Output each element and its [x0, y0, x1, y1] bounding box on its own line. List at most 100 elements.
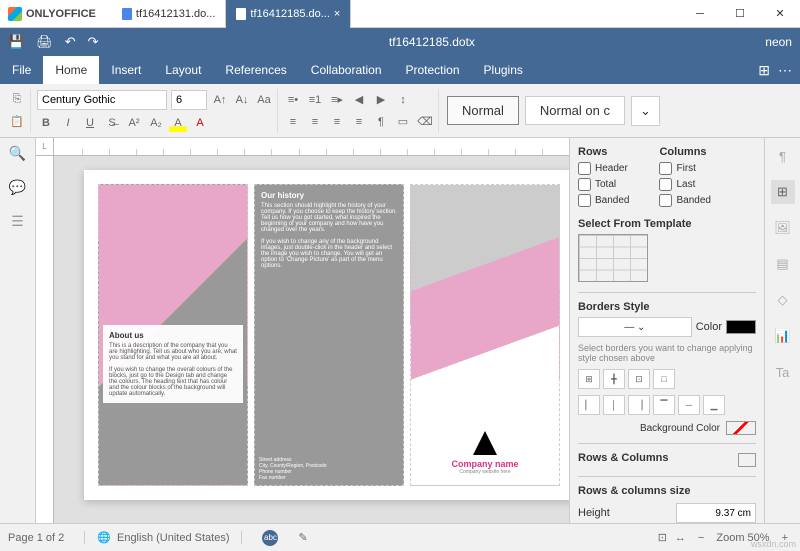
superscript-icon[interactable]: A²	[125, 114, 143, 132]
chart-settings-icon[interactable]: 📊	[771, 324, 795, 348]
open-location-icon[interactable]: ⊞	[758, 62, 770, 79]
styles-dropdown-icon[interactable]: ⌄	[631, 96, 660, 126]
underline-icon[interactable]: U	[81, 114, 99, 132]
minimize-button[interactable]: ─	[680, 0, 720, 28]
decrease-font-icon[interactable]: A↓	[233, 91, 251, 109]
doc-tab-0[interactable]: tf16412131.do...	[112, 0, 227, 28]
line-spacing-icon[interactable]: ↕	[394, 91, 412, 109]
highlight-icon[interactable]: A	[169, 114, 187, 132]
border-left-icon[interactable]: ▏	[578, 395, 600, 415]
border-horiz-icon[interactable]: ─	[678, 395, 700, 415]
bullets-icon[interactable]: ≡•	[284, 91, 302, 109]
style-normal[interactable]: Normal	[447, 96, 519, 125]
chk-banded-cols[interactable]: Banded	[659, 194, 710, 207]
border-all-icon[interactable]: ⊡	[628, 369, 650, 389]
chk-banded-rows[interactable]: Banded	[578, 194, 629, 207]
ruler-vertical[interactable]	[36, 156, 54, 523]
decrease-indent-icon[interactable]: ◀	[350, 91, 368, 109]
copy-icon[interactable]: ⎘	[8, 91, 26, 109]
language-selector[interactable]: 🌐 English (United States)	[84, 531, 242, 544]
menu-protection[interactable]: Protection	[394, 56, 472, 84]
align-left-icon[interactable]: ≡	[284, 113, 302, 131]
nonprinting-icon[interactable]: ¶	[372, 113, 390, 131]
align-right-icon[interactable]: ≡	[328, 113, 346, 131]
justify-icon[interactable]: ≡	[350, 113, 368, 131]
header-footer-icon[interactable]: ▤	[771, 252, 795, 276]
ruler-horizontal[interactable]	[54, 138, 569, 156]
multilevel-icon[interactable]: ≡▸	[328, 91, 346, 109]
border-bottom-icon[interactable]: ▁	[703, 395, 725, 415]
tab-close-icon[interactable]: ×	[334, 8, 340, 20]
menu-home[interactable]: Home	[43, 56, 99, 84]
doc-tab-1[interactable]: tf16412185.do... ×	[226, 0, 351, 28]
shading-icon[interactable]: ▭	[394, 113, 412, 131]
shape-settings-icon[interactable]: ◇	[771, 288, 795, 312]
border-width-select[interactable]: — ⌄	[578, 317, 692, 337]
border-inner-icon[interactable]: ╋	[603, 369, 625, 389]
comments-icon[interactable]: 💬	[9, 178, 27, 196]
history-box[interactable]: Our history This section should highligh…	[255, 185, 403, 275]
redo-icon[interactable]: ↷	[88, 34, 99, 50]
increase-indent-icon[interactable]: ▶	[372, 91, 390, 109]
template-preview[interactable]	[578, 234, 648, 282]
border-top-icon[interactable]: ▔	[653, 395, 675, 415]
chk-header[interactable]: Header	[578, 162, 629, 175]
maximize-button[interactable]: ☐	[720, 0, 760, 28]
image-settings-icon[interactable]: 🖼	[771, 216, 795, 240]
font-color-icon[interactable]: A	[191, 114, 209, 132]
menu-plugins[interactable]: Plugins	[472, 56, 535, 84]
rows-cols-icon[interactable]	[738, 453, 756, 467]
change-case-icon[interactable]: Aa	[255, 91, 273, 109]
chk-first[interactable]: First	[659, 162, 710, 175]
headings-icon[interactable]: ☰	[9, 212, 27, 230]
panel-company[interactable]: Company name Company website here	[410, 184, 560, 486]
menu-file[interactable]: File	[0, 56, 43, 84]
fit-page-icon[interactable]: ⊡	[658, 531, 667, 544]
subscript-icon[interactable]: A₂	[147, 114, 165, 132]
fit-width-icon[interactable]: ↔	[675, 532, 686, 544]
search-icon[interactable]: 🔍	[9, 144, 27, 162]
height-input[interactable]	[676, 503, 756, 523]
menu-layout[interactable]: Layout	[153, 56, 213, 84]
menu-insert[interactable]: Insert	[99, 56, 153, 84]
chk-total[interactable]: Total	[578, 178, 629, 191]
save-icon[interactable]: 💾	[8, 34, 24, 50]
paste-icon[interactable]: 📋	[8, 113, 26, 131]
border-outer-icon[interactable]: ⊞	[578, 369, 600, 389]
border-color-swatch[interactable]	[726, 320, 756, 334]
panel-history[interactable]: Our history This section should highligh…	[254, 184, 404, 486]
increase-font-icon[interactable]: A↑	[211, 91, 229, 109]
font-select[interactable]	[37, 90, 167, 110]
menu-more-icon[interactable]: ⋯	[778, 62, 792, 79]
zoom-out-icon[interactable]: −	[694, 532, 708, 544]
border-none-icon[interactable]: □	[653, 369, 675, 389]
bold-icon[interactable]: B	[37, 114, 55, 132]
italic-icon[interactable]: I	[59, 114, 77, 132]
textart-settings-icon[interactable]: Ta	[771, 360, 795, 384]
close-button[interactable]: ✕	[760, 0, 800, 28]
numbering-icon[interactable]: ≡1	[306, 91, 324, 109]
menu-collaboration[interactable]: Collaboration	[299, 56, 394, 84]
border-right-icon[interactable]: ▕	[628, 395, 650, 415]
address-block[interactable]: Street address City, County/Region, Post…	[259, 457, 327, 481]
bg-color-swatch[interactable]	[726, 421, 756, 435]
menu-references[interactable]: References	[213, 56, 298, 84]
spellcheck-icon[interactable]: abc	[262, 530, 278, 546]
align-center-icon[interactable]: ≡	[306, 113, 324, 131]
user-name[interactable]: neon	[765, 35, 792, 49]
strikethrough-icon[interactable]: S̶	[103, 114, 121, 132]
print-icon[interactable]: 🖨	[36, 34, 53, 50]
canvas[interactable]: L About us This is a description of the …	[36, 138, 569, 523]
font-size-select[interactable]	[171, 90, 207, 110]
undo-icon[interactable]: ↶	[65, 34, 76, 50]
chk-last[interactable]: Last	[659, 178, 710, 191]
panel-about[interactable]: About us This is a description of the co…	[98, 184, 248, 486]
paragraph-settings-icon[interactable]: ¶	[771, 144, 795, 168]
track-changes-icon[interactable]: ✎	[298, 531, 307, 544]
border-vert-icon[interactable]: │	[603, 395, 625, 415]
table-settings-icon[interactable]: ⊞	[771, 180, 795, 204]
page-indicator[interactable]: Page 1 of 2	[8, 532, 64, 544]
style-normal-on[interactable]: Normal on c	[525, 96, 625, 125]
document-page[interactable]: About us This is a description of the co…	[84, 170, 569, 500]
company-block[interactable]: Company name Company website here	[411, 431, 559, 475]
